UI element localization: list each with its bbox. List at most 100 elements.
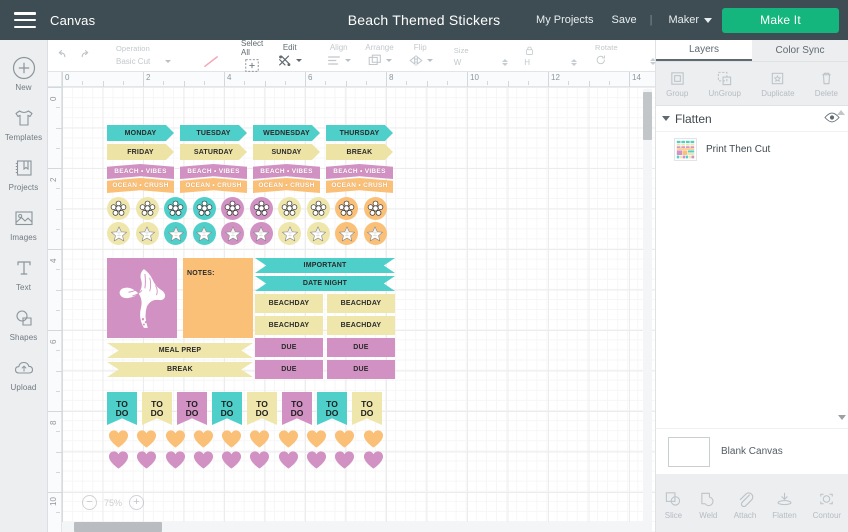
starfish-sticker[interactable] [249,222,273,245]
starfish-sticker[interactable] [363,222,387,245]
beach-vibes-ribbon[interactable]: BEACH • VIBES [180,164,247,179]
beachday-label[interactable]: BEACHDAY [327,294,395,313]
scrollbar-thumb[interactable] [643,92,652,140]
pink-heart-sticker[interactable] [362,450,385,470]
chevron-down-icon[interactable] [662,116,670,121]
day-banner[interactable]: BREAK [326,144,393,160]
starfish-sticker[interactable] [107,222,130,245]
ocean-crush-ribbon[interactable]: OCEAN • CRUSH [180,178,247,193]
meal-prep-banner[interactable]: MEAL PREP [107,343,253,358]
group-button[interactable]: Group [666,70,688,98]
pink-heart-sticker[interactable] [135,450,158,470]
layers-scroll-down[interactable] [838,415,846,420]
due-label[interactable]: DUE [327,338,395,357]
canvas-color-swatch[interactable] [668,436,710,467]
pink-heart-sticker[interactable] [164,450,187,470]
orange-heart-sticker[interactable] [305,429,328,449]
pink-heart-sticker[interactable] [277,450,300,470]
ocean-crush-ribbon[interactable]: OCEAN • CRUSH [326,178,393,193]
make-it-button[interactable]: Make It [722,7,839,33]
sidebar-item-images[interactable]: Images [0,198,48,248]
sidebar-item-upload[interactable]: Upload [0,348,48,398]
day-banner[interactable]: SUNDAY [253,144,320,160]
todo-tab[interactable]: TO DO [352,392,382,425]
starfish-sticker[interactable] [164,222,187,245]
flip-button[interactable]: Flip [408,43,433,68]
sidebar-item-text[interactable]: Text [0,248,48,298]
undo-icon[interactable] [54,47,69,64]
todo-tab[interactable]: TO DO [142,392,172,425]
due-label[interactable]: DUE [255,338,323,357]
flower-sticker[interactable] [306,197,330,220]
todo-tab[interactable]: TO DO [282,392,312,425]
layer-group-flatten[interactable]: Flatten [656,106,848,132]
select-all-button[interactable]: Select All [241,39,263,73]
tab-color-sync[interactable]: Color Sync [752,40,848,61]
orange-heart-sticker[interactable] [248,429,271,449]
attach-button[interactable]: Attach [734,490,756,520]
hamburger-icon[interactable] [14,12,36,28]
day-banner[interactable]: TUESDAY [180,125,247,141]
starfish-sticker[interactable] [221,222,244,245]
beachday-label[interactable]: BEACHDAY [327,316,395,335]
ungroup-button[interactable]: UnGroup [709,70,741,98]
flower-sticker[interactable] [335,197,358,220]
day-banner[interactable]: THURSDAY [326,125,393,141]
orange-heart-sticker[interactable] [107,429,130,449]
sidebar-item-projects[interactable]: Projects [0,148,48,198]
ocean-crush-ribbon[interactable]: OCEAN • CRUSH [107,178,174,193]
weld-button[interactable]: Weld [699,490,718,520]
todo-tab[interactable]: TO DO [212,392,242,425]
width-stepper[interactable] [502,58,509,66]
orange-heart-sticker[interactable] [192,429,215,449]
important-banner[interactable]: IMPORTANT [255,258,395,273]
due-label[interactable]: DUE [255,360,323,379]
align-button[interactable]: Align [326,43,352,68]
starfish-sticker[interactable] [135,222,159,245]
flower-sticker[interactable] [221,197,244,220]
beach-vibes-ribbon[interactable]: BEACH • VIBES [326,164,393,179]
canvas-area[interactable]: 0 2 4 6 8 10 12 14 0 2 4 6 8 10 MONDAY TUESDAY WEDNESD… [48,72,655,532]
todo-tab[interactable]: TO DO [107,392,137,425]
height-stepper[interactable] [571,58,578,66]
day-banner[interactable]: FRIDAY [107,144,174,160]
pink-heart-sticker[interactable] [305,450,328,470]
beachday-label[interactable]: BEACHDAY [255,294,323,313]
canvas-vertical-scrollbar[interactable] [643,89,652,532]
orange-heart-sticker[interactable] [164,429,187,449]
date-night-banner[interactable]: DATE NIGHT [255,276,395,291]
my-projects-link[interactable]: My Projects [527,14,602,26]
day-banner[interactable]: SATURDAY [180,144,247,160]
scrollbar-thumb[interactable] [74,522,162,532]
delete-button[interactable]: Delete [815,70,838,98]
duplicate-button[interactable]: Duplicate [761,70,795,98]
lock-icon[interactable] [524,45,535,58]
flower-sticker[interactable] [107,197,130,220]
beach-vibes-ribbon[interactable]: BEACH • VIBES [253,164,320,179]
flower-sticker[interactable] [135,197,159,220]
redo-icon[interactable] [78,47,93,64]
plus-circle-icon[interactable]: + [129,495,145,510]
canvas-horizontal-scrollbar[interactable] [62,522,643,532]
canvas-grid[interactable]: MONDAY TUESDAY WEDNESDAY THURSDAY FRIDAY SAT… [62,87,655,532]
day-banner[interactable]: MONDAY [107,125,174,141]
flower-sticker[interactable] [192,197,216,220]
starfish-sticker[interactable] [192,222,216,245]
operation-select[interactable]: Basic Cut [116,55,220,68]
mermaid-tail-panel[interactable] [107,258,177,338]
due-label[interactable]: DUE [327,360,395,379]
contour-button[interactable]: Contour [813,490,841,520]
orange-heart-sticker[interactable] [333,429,356,449]
break-banner[interactable]: BREAK [107,362,253,377]
layer-item-print-then-cut[interactable]: Print Then Cut [656,132,848,167]
todo-tab[interactable]: TO DO [177,392,207,425]
tab-layers[interactable]: Layers [656,40,752,61]
beach-vibes-ribbon[interactable]: BEACH • VIBES [107,164,174,179]
save-button[interactable]: Save [603,14,646,26]
sidebar-item-templates[interactable]: Templates [0,98,48,148]
pink-heart-sticker[interactable] [107,450,130,470]
todo-tab[interactable]: TO DO [247,392,277,425]
pink-heart-sticker[interactable] [220,450,243,470]
starfish-sticker[interactable] [335,222,358,245]
orange-heart-sticker[interactable] [135,429,158,449]
